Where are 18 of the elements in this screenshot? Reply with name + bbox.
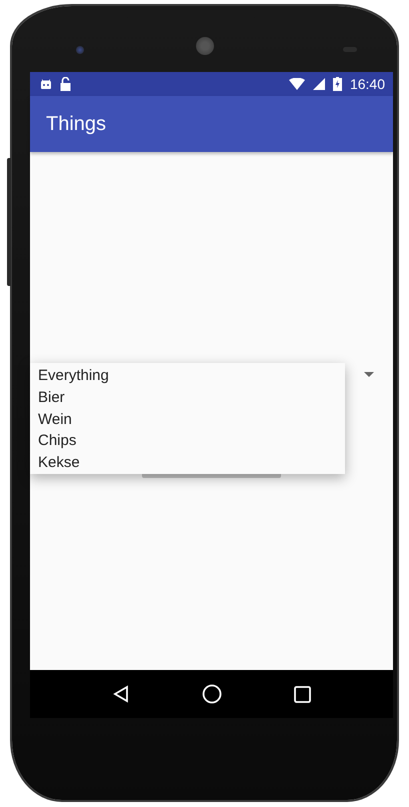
camera-icon [76,46,84,54]
dropdown-option[interactable]: Kekse [30,452,345,474]
android-icon [40,78,52,90]
wifi-icon [288,78,305,90]
status-time: 16:40 [350,76,385,92]
recents-icon[interactable] [294,686,311,702]
signal-icon [312,78,325,90]
speaker-icon [196,37,214,55]
dropdown-arrow-icon[interactable] [364,372,374,377]
app-title: Things [46,112,106,136]
dropdown-option[interactable]: Chips [30,430,345,452]
home-icon[interactable] [202,684,222,704]
lock-icon [60,77,71,91]
back-icon[interactable] [112,685,130,703]
battery-icon [332,77,342,91]
dropdown-option[interactable]: Everything [30,365,345,387]
dropdown-option[interactable]: Bier [30,386,345,409]
dropdown-option[interactable]: Wein [30,408,345,430]
